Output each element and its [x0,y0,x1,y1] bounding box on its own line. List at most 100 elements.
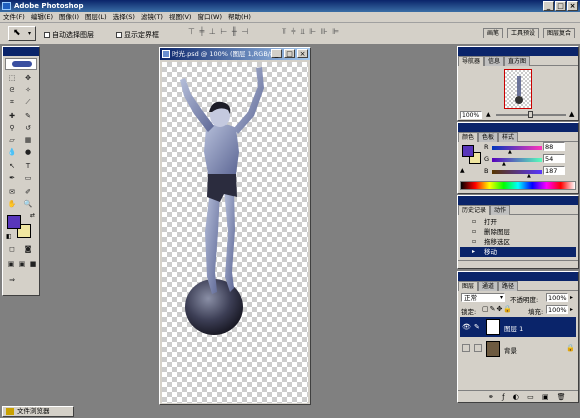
lock-icons[interactable]: ▢✎✥🔒 [482,305,513,313]
tab-layer-comps[interactable]: 图层复合 [543,28,576,38]
show-bounds-option[interactable]: 显示定界框 [116,30,159,40]
eraser-tool-icon[interactable]: ▱ [6,135,18,146]
gradient-tool-icon[interactable]: ▦ [22,135,34,146]
standard-mode-icon[interactable]: ◻ [6,244,18,255]
palette-header[interactable] [458,47,578,56]
channel-r-thumb[interactable]: ▲ [508,149,512,155]
tab-swatches[interactable]: 色板 [478,132,499,142]
lasso-tool-icon[interactable]: ᘓ [6,85,18,96]
hand-tool-icon[interactable]: ✋ [6,199,18,210]
file-browser-button[interactable]: 文件浏览器 [2,406,74,417]
quick-mask-mode-icon[interactable]: ◙ [22,244,34,255]
channel-b-slider[interactable] [492,170,542,174]
visibility-toggle[interactable] [462,344,470,352]
link-toggle[interactable] [474,344,482,352]
menu-file[interactable]: 文件(F) [0,12,28,23]
auto-select-option[interactable]: 自动选择图层 [44,30,94,40]
slice-tool-icon[interactable]: ⟋ [22,97,34,108]
doc-close-button[interactable]: × [297,49,308,58]
opacity-arrow-icon[interactable]: ▸ [570,294,573,301]
palette-header[interactable] [458,196,578,205]
history-item[interactable]: 拖移选区 [460,237,576,247]
tab-brushes[interactable]: 画笔 [483,28,504,38]
tab-channels[interactable]: 通道 [478,281,499,291]
tab-paths[interactable]: 路径 [498,281,519,291]
history-brush-tool-icon[interactable]: ↺ [22,123,34,134]
menu-image[interactable]: 图像(I) [56,12,82,23]
navigator-zoom-field[interactable]: 100% [460,111,482,119]
history-item-selected[interactable]: 移动 [460,247,576,257]
zoom-out-icon[interactable]: ▲ [486,111,491,118]
channel-r-slider[interactable] [492,146,542,150]
menu-help[interactable]: 帮助(H) [225,12,254,23]
blend-mode-select[interactable]: 正常 ▾ [461,293,505,302]
brush-link-icon[interactable]: ✎ [474,323,480,331]
tab-styles[interactable]: 样式 [498,132,519,142]
layer-row[interactable]: 背景 🔒 [460,339,576,359]
menu-select[interactable]: 选择(S) [110,12,138,23]
menu-edit[interactable]: 编辑(E) [28,12,56,23]
menu-layer[interactable]: 图层(L) [82,12,110,23]
auto-select-checkbox[interactable] [44,32,50,38]
close-button[interactable]: × [567,1,578,11]
eyedropper-tool-icon[interactable]: ✐ [22,187,34,198]
fill-arrow-icon[interactable]: ▸ [570,306,573,313]
brush-tool-icon[interactable]: ✎ [22,111,34,122]
move-tool-icon[interactable]: ✥ [22,73,34,84]
pen-tool-icon[interactable]: ✒ [6,173,18,184]
screen-mode-full-icon[interactable]: ■ [27,259,39,270]
menu-filter[interactable]: 滤镜(T) [138,12,166,23]
navigator-thumbnail[interactable] [504,69,532,109]
channel-b-thumb[interactable]: ▲ [527,173,531,179]
channel-r-value[interactable]: 88 [543,142,565,151]
tab-tool-presets[interactable]: 工具预设 [507,28,540,38]
eye-icon[interactable]: 👁 [462,323,471,331]
opacity-field[interactable]: 100% [546,293,568,302]
marquee-tool-icon[interactable]: ⬚ [6,73,18,84]
history-item[interactable]: 删除图层 [460,227,576,237]
path-selection-tool-icon[interactable]: ↖ [6,161,18,172]
healing-brush-tool-icon[interactable]: ✚ [6,111,18,122]
maximize-button[interactable]: □ [555,1,566,11]
tab-layers[interactable]: 图层 [458,281,479,291]
tab-color[interactable]: 颜色 [458,132,479,142]
type-tool-icon[interactable]: T [22,161,34,172]
distribute-icons[interactable]: ⫪ ⫩ ⫫ ⊩ ⊪ ⊫ [282,27,340,37]
palette-header[interactable] [458,123,578,132]
swap-colors-icon[interactable]: ⇄ [30,212,35,219]
tab-history[interactable]: 历史记录 [458,205,491,215]
magic-wand-tool-icon[interactable]: ✧ [22,85,34,96]
zoom-in-icon[interactable]: ▲ [569,110,574,118]
channel-b-value[interactable]: 187 [543,166,565,175]
default-colors-icon[interactable]: ◧ [6,233,12,240]
tool-preset-picker[interactable]: ⬉ ▾ [8,26,36,41]
zoom-tool-icon[interactable]: 🔍 [22,199,34,210]
doc-maximize-button[interactable]: □ [284,49,295,58]
image-canvas[interactable] [162,62,308,403]
blur-tool-icon[interactable]: 💧 [6,147,18,158]
menu-window[interactable]: 窗口(W) [194,12,225,23]
zoom-slider-thumb[interactable] [528,111,533,118]
jump-to-imageready-icon[interactable]: ⇒ [6,275,18,286]
channel-g-slider[interactable] [492,158,542,162]
show-bounds-checkbox[interactable] [116,32,122,38]
crop-tool-icon[interactable]: ⌗ [6,97,18,108]
clone-stamp-tool-icon[interactable]: ⚲ [6,123,18,134]
channel-g-value[interactable]: 54 [543,154,565,163]
history-item[interactable]: 打开 [460,217,576,227]
minimize-button[interactable]: _ [543,1,554,11]
fill-field[interactable]: 100% [546,305,568,314]
tab-info[interactable]: 信息 [484,56,505,66]
dodge-tool-icon[interactable]: ● [22,147,34,158]
menu-view[interactable]: 视图(V) [166,12,195,23]
tab-navigator[interactable]: 导航器 [458,56,485,66]
align-icons[interactable]: ⊤ ╪ ⊥ ⊢ ╫ ⊣ [188,27,249,36]
adobe-online-button[interactable] [5,58,37,70]
tab-actions[interactable]: 动作 [490,205,511,215]
channel-g-thumb[interactable]: ▲ [502,161,506,167]
foreground-color-swatch[interactable] [7,215,21,229]
layer-footer-icons[interactable]: ⚭ ƒ ◐ ▭ ▣ 🗑 [488,393,569,401]
doc-minimize-button[interactable]: _ [271,49,282,58]
palette-header[interactable] [458,272,578,281]
color-fg-swatch[interactable] [462,145,474,157]
